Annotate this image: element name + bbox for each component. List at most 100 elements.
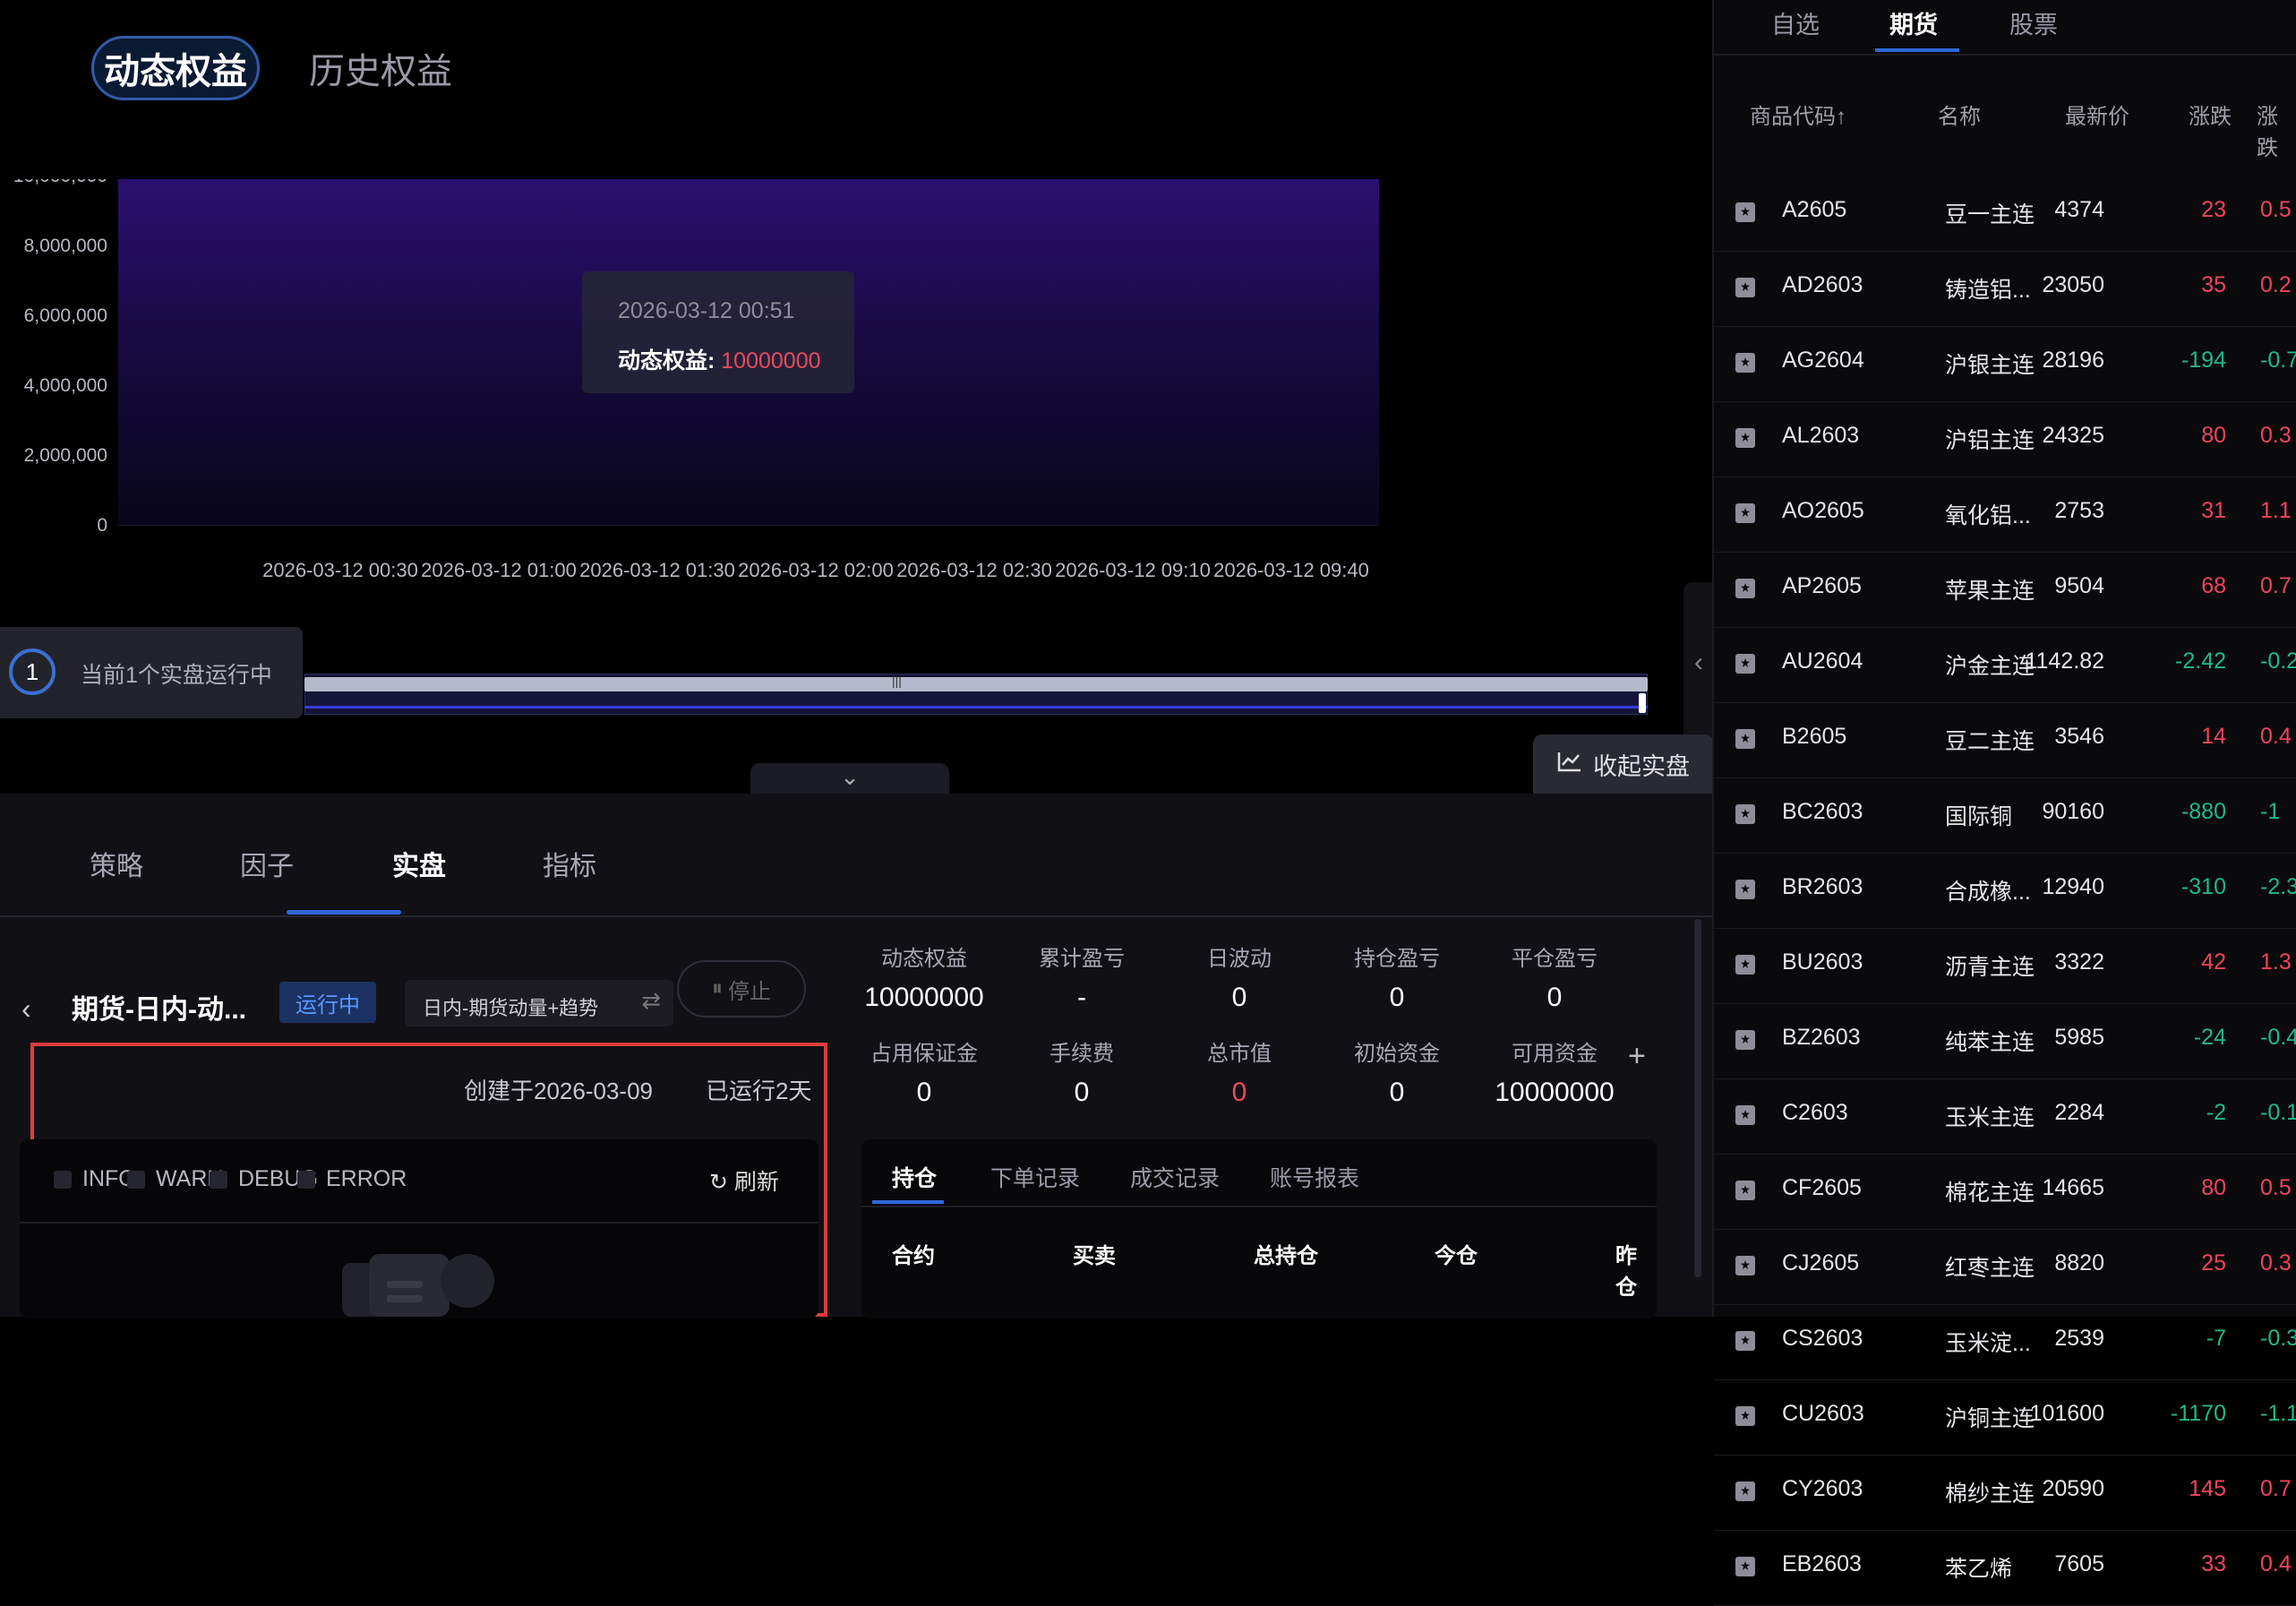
column-header-change-pct: 涨跌 bbox=[2257, 105, 2278, 160]
market-row[interactable]: BU2603 沥青主连 3322 42 1.3 bbox=[1714, 928, 2296, 1004]
market-row[interactable]: AP2605 苹果主连 9504 68 0.7 bbox=[1714, 552, 2296, 628]
log-filter-error[interactable]: ERROR bbox=[297, 1166, 407, 1192]
tab-indicator[interactable]: 指标 bbox=[543, 844, 596, 883]
market-row[interactable]: CF2605 棉花主连 14665 80 0.5 bbox=[1714, 1154, 2296, 1230]
favorite-star-icon[interactable] bbox=[1735, 1256, 1755, 1275]
strategy-select[interactable]: 日内-期货动量+趋势 ⇄ bbox=[405, 980, 673, 1026]
last-price: 8820 bbox=[2054, 1250, 2104, 1275]
slider-selection[interactable] bbox=[304, 677, 1648, 691]
tab-stocks[interactable]: 股票 bbox=[2009, 5, 2058, 40]
market-row[interactable]: B2605 豆二主连 3546 14 0.4 bbox=[1714, 702, 2296, 778]
tab-dynamic-equity[interactable]: 动态权益 bbox=[91, 36, 260, 100]
metric-value: 0 bbox=[1389, 1078, 1405, 1107]
favorite-star-icon[interactable] bbox=[1735, 428, 1755, 448]
price-change: -880 bbox=[2180, 799, 2226, 824]
market-row[interactable]: C2603 玉米主连 2284 -2 -0.1 bbox=[1714, 1078, 2296, 1155]
market-row[interactable]: CY2603 棉纱主连 20590 145 0.7 bbox=[1714, 1455, 2296, 1531]
slider-grip-icon[interactable]: ||| bbox=[892, 674, 902, 688]
favorite-star-icon[interactable] bbox=[1735, 1406, 1755, 1426]
market-row[interactable]: BC2603 国际铜 90160 -880 -1 bbox=[1714, 777, 2296, 854]
market-row[interactable]: CS2603 玉米淀... 2539 -7 -0.3 bbox=[1714, 1304, 2296, 1380]
running-indicator[interactable]: 1 当前1个实盘运行中 bbox=[0, 627, 303, 718]
checkbox[interactable] bbox=[54, 1170, 72, 1189]
metric-label: 总市值 bbox=[1207, 1042, 1272, 1066]
favorite-star-icon[interactable] bbox=[1735, 654, 1755, 674]
tab-factor[interactable]: 因子 bbox=[240, 844, 294, 883]
price-change-pct: 0.5 bbox=[2260, 1175, 2292, 1200]
market-row[interactable]: A2605 豆一主连 4374 23 0.5 bbox=[1714, 176, 2296, 252]
favorite-star-icon[interactable] bbox=[1735, 1105, 1755, 1125]
tab-live[interactable]: 实盘 bbox=[392, 844, 446, 883]
favorite-star-icon[interactable] bbox=[1735, 353, 1755, 373]
slider-handle[interactable] bbox=[1639, 693, 1646, 713]
refresh-button[interactable]: ↻ 刷新 bbox=[709, 1164, 779, 1197]
scrollbar[interactable] bbox=[1694, 919, 1701, 1277]
contract-code: EB2603 bbox=[1782, 1551, 1862, 1576]
checkbox[interactable] bbox=[127, 1170, 145, 1189]
checkbox[interactable] bbox=[297, 1170, 315, 1189]
market-row[interactable]: CJ2605 红枣主连 8820 25 0.3 bbox=[1714, 1229, 2296, 1305]
market-row[interactable]: AL2603 沪铝主连 24325 80 0.3 bbox=[1714, 401, 2296, 477]
market-row[interactable]: BZ2603 纯苯主连 5985 -24 -0.4 bbox=[1714, 1003, 2296, 1079]
favorite-star-icon[interactable] bbox=[1735, 729, 1755, 749]
last-price: 9504 bbox=[2054, 573, 2104, 598]
add-capital-icon[interactable]: + bbox=[1628, 1039, 1646, 1074]
tab-account-report[interactable]: 账号报表 bbox=[1270, 1161, 1359, 1193]
favorite-star-icon[interactable] bbox=[1735, 503, 1755, 523]
metric-label: 平仓盈亏 bbox=[1512, 947, 1598, 971]
market-row[interactable]: BR2603 合成橡... 12940 -310 -2.3 bbox=[1714, 853, 2296, 929]
favorite-star-icon[interactable] bbox=[1735, 1481, 1755, 1501]
favorite-star-icon[interactable] bbox=[1735, 1331, 1755, 1351]
market-row[interactable]: AG2604 沪银主连 28196 -194 -0.7 bbox=[1714, 326, 2296, 402]
column-header-name: 名称 bbox=[1938, 105, 1981, 129]
tab-order-records[interactable]: 下单记录 bbox=[990, 1161, 1080, 1193]
positions-panel: 持仓 下单记录 成交记录 账号报表 合约 买卖 总持仓 今仓 昨仓 bbox=[861, 1139, 1657, 1318]
metric-label: 持仓盈亏 bbox=[1354, 947, 1440, 971]
market-row[interactable]: AO2605 氧化铝... 2753 31 1.1 bbox=[1714, 477, 2296, 553]
market-row[interactable]: EB2603 苯乙烯 7605 33 0.4 bbox=[1714, 1530, 2296, 1606]
contract-name: 沪银主连 bbox=[1945, 353, 2035, 378]
favorite-star-icon[interactable] bbox=[1735, 1030, 1755, 1050]
favorite-star-icon[interactable] bbox=[1735, 1557, 1755, 1576]
column-header-code[interactable]: 商品代码↑ bbox=[1750, 99, 1846, 130]
chart-zoom-slider[interactable]: ||| bbox=[304, 674, 1648, 715]
tab-positions[interactable]: 持仓 bbox=[892, 1161, 937, 1193]
column-header: 总持仓 bbox=[1254, 1244, 1318, 1268]
tab-strategy[interactable]: 策略 bbox=[90, 844, 143, 883]
metric-value: 0 bbox=[1231, 1078, 1247, 1107]
price-change-pct: -0.7 bbox=[2260, 348, 2296, 373]
favorite-star-icon[interactable] bbox=[1735, 202, 1755, 222]
equity-chart[interactable]: 10,000,000 8,000,000 6,000,000 4,000,000 2,0… bbox=[0, 179, 1683, 681]
contract-code: B2605 bbox=[1782, 724, 1847, 749]
favorite-star-icon[interactable] bbox=[1735, 579, 1755, 598]
last-price: 2539 bbox=[2054, 1326, 2104, 1351]
price-change: 145 bbox=[2189, 1476, 2226, 1501]
tab-history-equity[interactable]: 历史权益 bbox=[296, 36, 466, 100]
running-days: 已运行2天 bbox=[706, 1078, 812, 1104]
metric-label: 手续费 bbox=[1049, 1042, 1114, 1066]
price-change-pct: 0.4 bbox=[2260, 1551, 2292, 1576]
tab-futures[interactable]: 期货 bbox=[1889, 5, 1938, 40]
collapse-live-button[interactable]: 收起实盘 bbox=[1533, 734, 1714, 794]
chevron-down-icon[interactable]: ⌄ bbox=[750, 763, 949, 794]
market-row[interactable]: CU2603 沪铜主连 101600 -1170 -1.1 bbox=[1714, 1379, 2296, 1456]
stop-label: 停止 bbox=[728, 979, 771, 1004]
back-icon[interactable]: ‹ bbox=[21, 992, 31, 1026]
favorite-star-icon[interactable] bbox=[1735, 278, 1755, 297]
price-change: 25 bbox=[2201, 1250, 2226, 1275]
favorite-star-icon[interactable] bbox=[1735, 955, 1755, 975]
price-change: 68 bbox=[2201, 573, 2226, 598]
favorite-star-icon[interactable] bbox=[1735, 1181, 1755, 1200]
favorite-star-icon[interactable] bbox=[1735, 804, 1755, 824]
tab-watchlist[interactable]: 自选 bbox=[1771, 5, 1820, 40]
last-price: 5985 bbox=[2054, 1025, 2104, 1050]
chevron-left-icon[interactable]: ‹ bbox=[1683, 582, 1714, 743]
stop-button[interactable]: ⏸ 停止 bbox=[677, 960, 806, 1018]
tab-trade-records[interactable]: 成交记录 bbox=[1130, 1161, 1220, 1193]
market-row[interactable]: AD2603 铸造铝... 23050 35 0.2 bbox=[1714, 251, 2296, 327]
favorite-star-icon[interactable] bbox=[1735, 880, 1755, 899]
market-row[interactable]: AU2604 沪金主连 1142.82 -2.42 -0.2 bbox=[1714, 627, 2296, 703]
metric-market-value: 总市值 0 bbox=[1159, 1035, 1320, 1108]
checkbox[interactable] bbox=[210, 1170, 227, 1189]
log-filter-info[interactable]: INFO bbox=[54, 1166, 136, 1192]
